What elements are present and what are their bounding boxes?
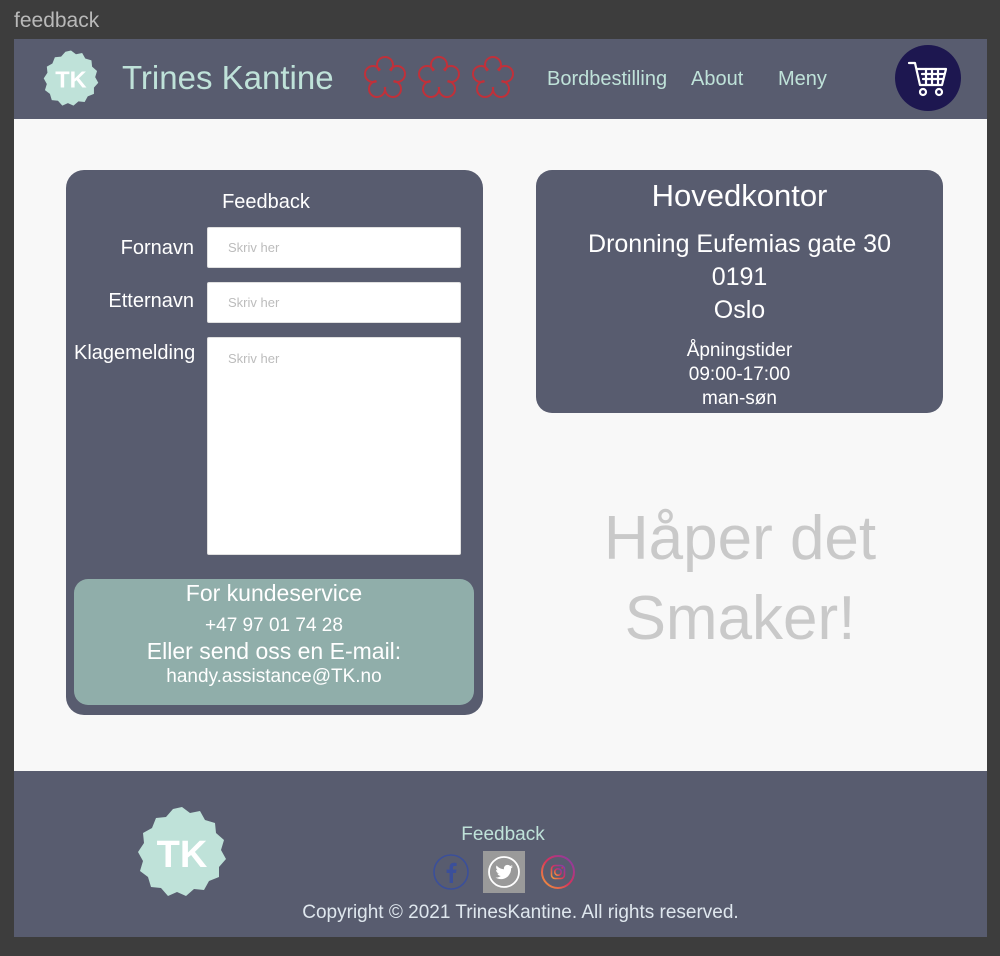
- nav-about[interactable]: About: [691, 68, 743, 91]
- facebook-link[interactable]: [430, 851, 472, 893]
- service-title: For kundeservice: [185, 580, 363, 606]
- tagline-line-2: Smaker!: [624, 584, 856, 653]
- last-name-label: Etternavn: [108, 290, 194, 312]
- flower-outline-icon: [364, 56, 406, 98]
- feedback-form: Feedback Fornavn Etternavn Klagemelding …: [66, 170, 483, 715]
- footer-feedback-link[interactable]: Feedback: [444, 824, 562, 846]
- nav-meny[interactable]: Meny: [778, 68, 827, 91]
- office-city: Oslo: [713, 296, 766, 324]
- page: TK Trines Kantine Bordbestilling About M…: [14, 39, 987, 937]
- message-textarea[interactable]: [207, 337, 461, 555]
- shopping-cart-icon: [907, 61, 948, 97]
- tk-logo[interactable]: TK: [40, 48, 102, 110]
- service-email[interactable]: handy.assistance@TK.no: [74, 666, 474, 688]
- last-name-input[interactable]: [207, 282, 461, 323]
- brand-name[interactable]: Trines Kantine: [122, 59, 334, 97]
- first-name-input[interactable]: [207, 227, 461, 268]
- site-footer: TK Feedback Copyright © 2021 TrinesKanti…: [14, 771, 987, 937]
- first-name-label: Fornavn: [120, 237, 194, 259]
- office-street: Dronning Eufemias gate 30: [588, 230, 891, 258]
- flower-outline-icon: [472, 56, 514, 98]
- form-title: Feedback: [222, 191, 310, 213]
- twitter-icon: [488, 856, 520, 888]
- logo-text: TK: [55, 67, 86, 93]
- service-phone[interactable]: +47 97 01 74 28: [74, 615, 474, 637]
- office-title: Hovedkontor: [651, 178, 828, 213]
- footer-tk-logo[interactable]: TK: [132, 803, 232, 903]
- site-header: TK Trines Kantine Bordbestilling About M…: [14, 39, 987, 119]
- cart-button[interactable]: [895, 45, 961, 111]
- twitter-link[interactable]: [483, 851, 525, 893]
- customer-service-box: For kundeservice +47 97 01 74 28 Eller s…: [74, 579, 474, 705]
- tagline: Håper det Smaker!: [540, 499, 940, 659]
- opening-hours: 09:00-17:00: [688, 364, 791, 385]
- head-office-card: Hovedkontor Dronning Eufemias gate 30 01…: [536, 170, 943, 413]
- copyright-text: Copyright © 2021 TrinesKantine. All righ…: [302, 902, 739, 923]
- facebook-icon: [433, 854, 469, 890]
- rating-stars: [360, 53, 518, 103]
- instagram-link[interactable]: [537, 851, 579, 893]
- tagline-line-1: Håper det: [603, 504, 877, 573]
- footer-logo-text: TK: [157, 834, 208, 876]
- service-email-prompt: Eller send oss en E-mail:: [146, 638, 402, 664]
- window-title: feedback: [14, 9, 100, 32]
- message-label: Klagemelding: [74, 342, 196, 364]
- opening-hours-title: Åpningstider: [686, 340, 793, 361]
- flower-outline-icon: [418, 56, 460, 98]
- instagram-icon: [541, 855, 575, 889]
- office-postcode: 0191: [711, 263, 768, 291]
- nav-bordbestilling[interactable]: Bordbestilling: [547, 68, 667, 91]
- opening-days: man-søn: [702, 388, 777, 409]
